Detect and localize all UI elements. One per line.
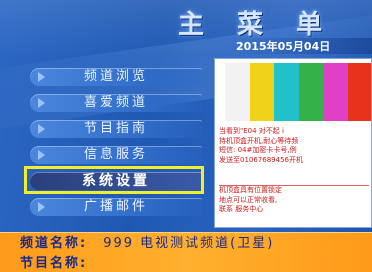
channel-info-bar: 频道名称: 999 电视测试频道(卫星) 节目名称: <box>0 232 372 272</box>
arrow-icon <box>38 150 45 160</box>
menu-item-label: 频道浏览 <box>83 69 148 84</box>
menu-item-label: 广播邮件 <box>83 199 148 214</box>
menu-item-favorite-channels[interactable]: 喜爱频道 <box>30 94 202 112</box>
notice-message: 当看到"E04 对不起 i 持机顶盒开机,耐心等待频 短信: 04#加密卡卡号,例发… <box>219 127 369 183</box>
program-name-row: 节目名称: <box>20 255 372 272</box>
page-title: 主 菜 单 <box>178 10 335 40</box>
menu-item-label: 节目指南 <box>83 121 148 136</box>
channel-name-label: 频道名称: <box>20 236 88 251</box>
menu-item-broadcast-mail[interactable]: 广播邮件 <box>30 198 202 216</box>
selection-highlight <box>24 166 204 194</box>
channel-name-row: 频道名称: 999 电视测试频道(卫星) <box>20 235 372 253</box>
color-bar-0 <box>225 63 250 121</box>
color-bars <box>225 63 371 121</box>
arrow-icon <box>38 124 45 134</box>
color-bar-3 <box>299 63 324 121</box>
menu-item-channel-browse[interactable]: 频道浏览 <box>30 68 202 86</box>
date-display: 2015年05月04日 <box>236 38 372 54</box>
message-line: 机顶盒具有位置锁定 <box>219 186 282 194</box>
message-line: 持机顶盒开机,耐心等待频 <box>219 136 299 145</box>
message-line: 联系 服务中心 <box>219 205 264 213</box>
menu-item-label: 喜爱频道 <box>83 95 148 110</box>
color-bar-4 <box>323 63 349 121</box>
main-menu-screen: 主 菜 单 2015年05月04日 频道浏览 喜爱频道 节目指南 信息服务 系统… <box>0 0 372 272</box>
message-line: 当看到"E04 对不起 i <box>219 127 284 135</box>
arrow-icon <box>38 98 45 108</box>
message-line: 短信: 04#加密卡卡号,例 <box>219 146 297 154</box>
message-line: 地点可以正常收看, <box>219 195 278 204</box>
menu-item-info-service[interactable]: 信息服务 <box>30 146 202 164</box>
message-line: 发送至01067689456开机 <box>219 155 303 164</box>
main-menu: 频道浏览 喜爱频道 节目指南 信息服务 系统设置 广播邮件 <box>30 62 210 222</box>
color-bar-2 <box>274 63 300 121</box>
arrow-icon <box>38 72 45 82</box>
color-bar-5 <box>348 63 371 121</box>
color-bar-1 <box>249 63 275 121</box>
preview-panel: 当看到"E04 对不起 i 持机顶盒开机,耐心等待频 短信: 04#加密卡卡号,例发… <box>214 58 372 228</box>
menu-item-program-guide[interactable]: 节目指南 <box>30 120 202 138</box>
menu-item-label: 信息服务 <box>83 147 148 162</box>
notice-message-secondary: 机顶盒具有位置锁定 地点可以正常收看, 联系 服务中心 <box>219 185 369 226</box>
arrow-icon <box>38 202 45 212</box>
channel-name-value: 999 电视测试频道(卫星) <box>103 236 275 251</box>
program-name-label: 节目名称: <box>20 256 88 271</box>
